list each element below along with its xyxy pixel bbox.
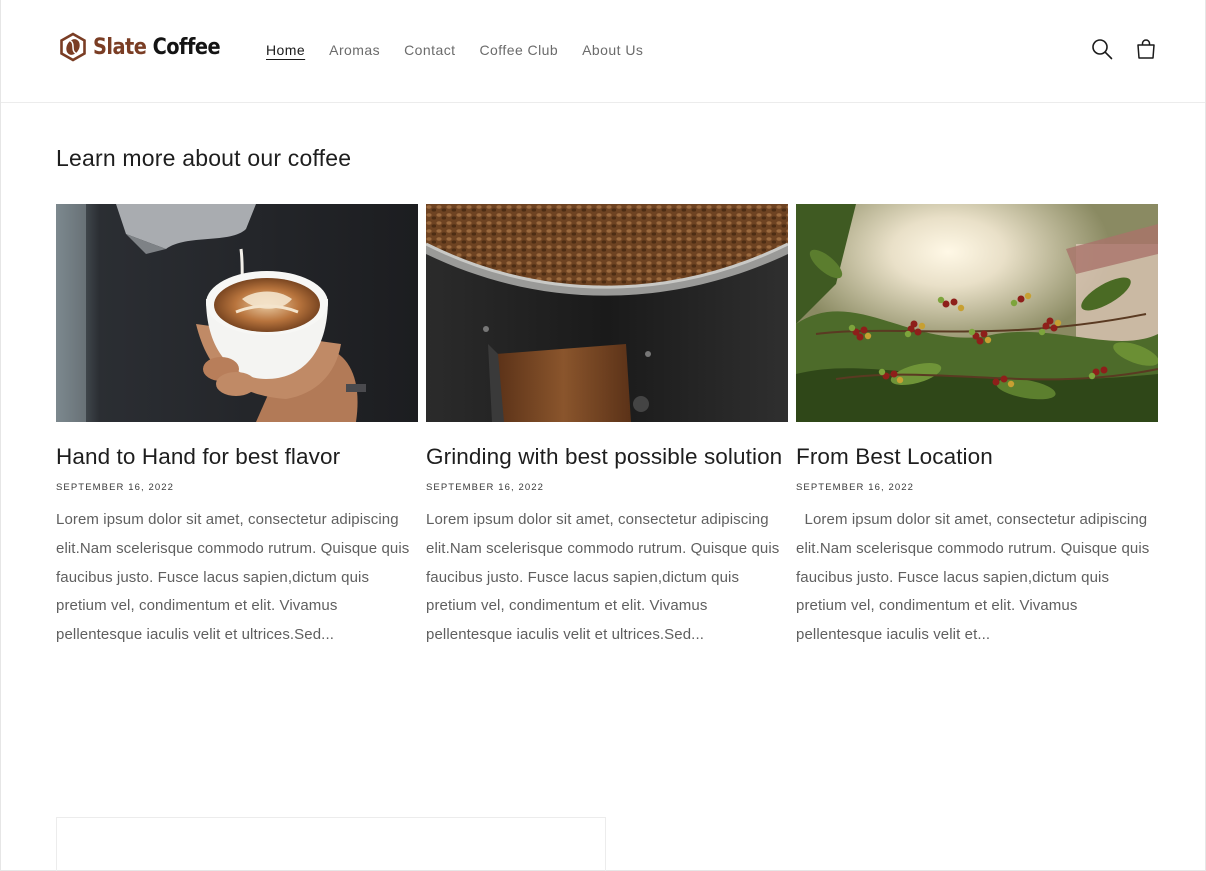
cart-button[interactable] (1133, 36, 1159, 62)
search-button[interactable] (1089, 36, 1115, 62)
coffee-cherries-image[interactable] (796, 204, 1158, 422)
coffee-roaster-image[interactable] (426, 204, 788, 422)
article-date: SEPTEMBER 16, 2022 (56, 482, 175, 493)
coffee-bean-logo-icon (60, 32, 86, 62)
article-title-link[interactable]: Grinding with best possible solution (426, 444, 782, 469)
page: Slate Coffee Home Aromas Contact Coffee … (0, 0, 1206, 871)
article-excerpt: Lorem ipsum dolor sit amet, consectetur … (56, 511, 414, 644)
main-nav: Home Aromas Contact Coffee Club About Us (266, 41, 667, 59)
nav-item-coffee-club[interactable]: Coffee Club (480, 41, 559, 59)
article-title: From Best Location (796, 441, 1158, 472)
article-excerpt: Lorem ipsum dolor sit amet, consectetur … (426, 511, 784, 644)
article-card: Grinding with best possible solution SEP… (426, 204, 788, 650)
nav-item-aromas[interactable]: Aromas (329, 41, 380, 59)
article-title: Grinding with best possible solution (426, 441, 788, 472)
article-title: Hand to Hand for best flavor (56, 441, 418, 472)
brand-name-part2: Coffee (152, 34, 221, 60)
article-title-link[interactable]: From Best Location (796, 444, 993, 469)
article-excerpt: Lorem ipsum dolor sit amet, consectetur … (796, 511, 1154, 644)
site-logo[interactable]: Slate Coffee (58, 31, 237, 63)
article-date: SEPTEMBER 16, 2022 (426, 482, 545, 493)
article-card: Hand to Hand for best flavor SEPTEMBER 1… (56, 204, 418, 650)
brand-name: Slate Coffee (93, 34, 221, 60)
nav-item-home[interactable]: Home (266, 41, 305, 59)
nav-item-about-us[interactable]: About Us (582, 41, 643, 59)
section-title: Learn more about our coffee (56, 145, 352, 171)
article-card: From Best Location SEPTEMBER 16, 2022 Lo… (796, 204, 1158, 650)
nav-item-contact[interactable]: Contact (404, 41, 455, 59)
shopping-bag-icon (1137, 39, 1155, 59)
next-section-card (56, 817, 606, 871)
latte-art-image[interactable] (56, 204, 418, 422)
brand-name-part1: Slate (93, 34, 147, 60)
search-icon (1092, 39, 1113, 60)
article-date: SEPTEMBER 16, 2022 (796, 482, 915, 493)
site-header: Slate Coffee Home Aromas Contact Coffee … (1, 0, 1205, 103)
article-grid: Hand to Hand for best flavor SEPTEMBER 1… (56, 204, 1158, 650)
article-title-link[interactable]: Hand to Hand for best flavor (56, 444, 340, 469)
